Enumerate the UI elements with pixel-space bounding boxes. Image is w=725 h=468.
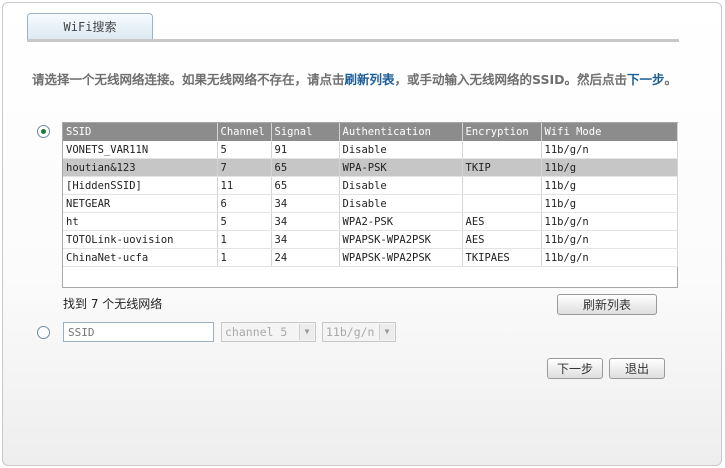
table-cell: 11b/g/n (541, 212, 678, 231)
table-cell: 11b/g/n (541, 230, 678, 249)
table-cell: 5 (217, 141, 272, 159)
column-header: Authentication (339, 123, 463, 141)
table-cell: 1 (217, 230, 272, 249)
table-cell: 11b/g/n (541, 141, 678, 159)
network-list: SSID Channel Signal Authentication Encryptio… (62, 122, 678, 288)
manual-ssid-radio[interactable] (37, 326, 50, 339)
channel-select[interactable]: channel 5 ▼ (221, 322, 316, 342)
table-row[interactable]: NETGEAR 6 34 Disable 11b/g (63, 194, 678, 213)
table-cell: Disable (339, 176, 463, 195)
table-body: VONETS_VAR11N 5 91 Disable 11b/g/n houtian&12… (63, 141, 678, 267)
tab-wifi-search[interactable]: WiFi搜索 (27, 13, 153, 40)
wifi-mode-select-value: 11b/g/n (326, 325, 375, 339)
table-cell: 91 (271, 141, 340, 159)
table-cell: 34 (271, 194, 340, 213)
wifi-mode-select[interactable]: 11b/g/n ▼ (322, 322, 396, 342)
table-row[interactable]: ChinaNet-ucfa 1 24 WPAPSK-WPA2PSK TKIPAES 11b… (63, 248, 678, 267)
table-cell: AES (462, 230, 542, 249)
next-button[interactable]: 下一步 (547, 358, 603, 379)
chevron-down-icon: ▼ (299, 324, 314, 340)
table-cell: 34 (271, 230, 340, 249)
chevron-down-icon: ▼ (379, 324, 394, 340)
table-cell: [HiddenSSID] (63, 176, 218, 195)
refresh-list-link[interactable]: 刷新列表 (345, 72, 395, 87)
ssid-input[interactable] (63, 322, 214, 342)
table-cell: 11 (217, 176, 272, 195)
table-cell: 11b/g (541, 176, 678, 195)
column-header: Signal (271, 123, 340, 141)
column-header: Channel (217, 123, 272, 141)
table-header-row: SSID Channel Signal Authentication Encryptio… (63, 123, 678, 141)
tab-divider (27, 39, 679, 42)
table-cell: ChinaNet-ucfa (63, 248, 218, 267)
table-cell: 34 (271, 212, 340, 231)
table-cell: WPA-PSK (339, 158, 463, 177)
table-cell: 65 (271, 176, 340, 195)
column-header: Wifi Mode (541, 123, 678, 141)
channel-select-value: channel 5 (225, 325, 288, 339)
network-table: SSID Channel Signal Authentication Encryptio… (63, 123, 678, 267)
table-cell: 24 (271, 248, 340, 267)
table-cell: NETGEAR (63, 194, 218, 213)
instructions-part3: 。 (664, 72, 678, 87)
table-cell: WPA2-PSK (339, 212, 463, 231)
table-cell: 65 (271, 158, 340, 177)
instructions-part2: ，或手动输入无线网络的SSID。然后点击 (394, 72, 628, 87)
instructions-text: 请选择一个无线网络连接。如果无线网络不存在，请点击刷新列表，或手动输入无线网络的… (32, 71, 680, 88)
scan-list-radio[interactable] (37, 125, 50, 138)
table-cell: 1 (217, 248, 272, 267)
table-cell: 11b/g/n (541, 248, 678, 267)
exit-button[interactable]: 退出 (609, 358, 665, 379)
table-row[interactable]: TOTOLink-uovision 1 34 WPAPSK-WPA2PSK AES 11b… (63, 230, 678, 249)
table-row[interactable]: [HiddenSSID] 11 65 Disable 11b/g (63, 176, 678, 195)
table-row[interactable]: VONETS_VAR11N 5 91 Disable 11b/g/n (63, 141, 678, 159)
table-cell: 5 (217, 212, 272, 231)
column-header: Encryption (462, 123, 542, 141)
table-cell: WPAPSK-WPA2PSK (339, 248, 463, 267)
table-cell: Disable (339, 194, 463, 213)
found-networks-count: 找到 7 个无线网络 (63, 297, 163, 311)
table-cell (462, 194, 542, 213)
table-cell (462, 141, 542, 159)
table-cell: TKIPAES (462, 248, 542, 267)
table-cell: WPAPSK-WPA2PSK (339, 230, 463, 249)
column-header: SSID (63, 123, 218, 141)
table-cell: 11b/g (541, 158, 678, 177)
table-cell: AES (462, 212, 542, 231)
table-cell: VONETS_VAR11N (63, 141, 218, 159)
table-cell: TKIP (462, 158, 542, 177)
table-cell: 6 (217, 194, 272, 213)
next-step-link[interactable]: 下一步 (627, 72, 665, 87)
table-cell: 11b/g (541, 194, 678, 213)
table-cell: houtian&123 (63, 158, 218, 177)
table-cell: Disable (339, 141, 463, 159)
table-row[interactable]: ht 5 34 WPA2-PSK AES 11b/g/n (63, 212, 678, 231)
refresh-list-button[interactable]: 刷新列表 (557, 294, 657, 315)
table-cell: 7 (217, 158, 272, 177)
table-cell: ht (63, 212, 218, 231)
instructions-part1: 请选择一个无线网络连接。如果无线网络不存在，请点击 (32, 72, 345, 87)
table-row[interactable]: houtian&123 7 65 WPA-PSK TKIP 11b/g (63, 158, 678, 177)
table-cell: TOTOLink-uovision (63, 230, 218, 249)
table-cell (462, 176, 542, 195)
